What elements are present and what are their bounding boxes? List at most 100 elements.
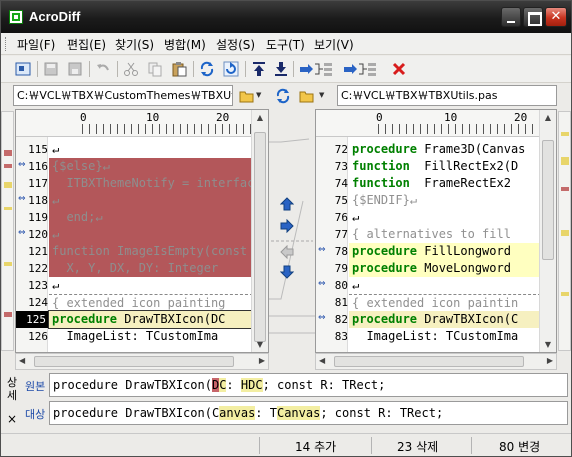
code-line[interactable]: { alternatives to fill [349, 226, 541, 243]
code-line[interactable]: { extended icon painting [49, 294, 253, 311]
detail-close-button[interactable]: × [7, 412, 17, 426]
code-line[interactable]: function ImageIsEmpty(const [49, 243, 253, 260]
source-line-field[interactable]: procedure DrawTBXIcon(DC: HDC; const R: … [49, 373, 568, 397]
reload-icon[interactable] [221, 59, 241, 79]
menu-tools[interactable]: 도구(T) [266, 36, 305, 53]
code-line[interactable]: ↵ [49, 277, 253, 294]
close-red-icon[interactable] [389, 59, 409, 79]
code-line[interactable]: procedure Frame3D(Canvas [349, 141, 541, 158]
line-number: 115 [28, 143, 48, 156]
right-code-pane[interactable]: 0 10 20 ⇔ ⇔ ⇔ 72 procedure Frame3D(Canvas… [315, 109, 557, 353]
code-line[interactable]: ↵ [49, 226, 253, 243]
code-line[interactable]: ImageList: TCustomIma [49, 328, 253, 345]
last-diff-icon[interactable] [271, 59, 291, 79]
undo-icon[interactable] [93, 59, 113, 79]
minimize-button[interactable] [501, 7, 521, 27]
scroll-thumb[interactable] [334, 356, 524, 367]
right-horizontal-scrollbar[interactable]: ◀ ▶ [315, 353, 557, 370]
code-text: function ImageIsEmpty(const [52, 244, 248, 258]
left-vertical-scrollbar[interactable]: ▲ ▼ [251, 110, 268, 352]
code-line[interactable]: procedure DrawTBXIcon(C [349, 311, 541, 328]
scroll-down-icon[interactable]: ▼ [543, 340, 553, 349]
scroll-left-icon[interactable]: ◀ [319, 356, 325, 365]
menu-find[interactable]: 찾기(S) [115, 36, 154, 53]
code-line[interactable]: procedure MoveLongword [349, 260, 541, 277]
scroll-thumb[interactable] [34, 356, 234, 367]
right-overview-strip[interactable] [558, 111, 571, 351]
toolbar-separator [245, 61, 246, 77]
target-line-field[interactable]: procedure DrawTBXIcon(Canvas: TCanvas; c… [49, 401, 568, 425]
code-line[interactable]: procedure FillLongword [349, 243, 541, 260]
swap-compare-icon[interactable] [273, 86, 293, 106]
code-line[interactable]: function FrameRectEx2 [349, 175, 541, 192]
status-changed: 80 변경 [499, 440, 541, 454]
right-folder-dropdown-icon[interactable]: ▼ [319, 91, 324, 99]
scroll-left-icon[interactable]: ◀ [19, 356, 25, 365]
menu-edit[interactable]: 편집(E) [67, 36, 106, 53]
copy-left-icon[interactable] [280, 244, 294, 260]
code-line[interactable]: ↵ [349, 277, 541, 294]
scroll-thumb[interactable] [542, 140, 554, 260]
status-added: 14 추가 [295, 440, 337, 454]
open-icon[interactable] [13, 59, 33, 79]
code-line[interactable]: {$ENDIF}↵ [349, 192, 541, 209]
scroll-up-icon[interactable]: ▲ [543, 113, 553, 122]
copy-icon[interactable] [145, 59, 165, 79]
scroll-right-icon[interactable]: ▶ [259, 356, 265, 365]
code-line[interactable]: ↵ [349, 209, 541, 226]
toolbar-separator [193, 61, 194, 77]
code-line[interactable]: end;↵ [49, 209, 253, 226]
code-line[interactable]: { extended icon paintin [349, 294, 541, 311]
right-path-field[interactable]: C:￦VCL￦TBX￦TBXUtils.pas [337, 85, 557, 106]
refresh-compare-icon[interactable] [197, 59, 217, 79]
copy-right-icon[interactable] [280, 218, 294, 234]
right-vertical-scrollbar[interactable]: ▲ ▼ [539, 110, 556, 352]
code-line[interactable]: ↵ [49, 141, 253, 158]
left-code-pane[interactable]: 0 10 20 ⇔ ⇔ ⇔ ⇔ 115↵116{$else}↵117 ITBXT… [15, 109, 269, 353]
code-text: {$ENDIF}↵ [352, 193, 418, 207]
left-path-field[interactable]: C:￦VCL￦TBX￦CustomThemes￦TBXUtils [13, 85, 233, 106]
save-all-icon[interactable] [65, 59, 85, 79]
first-diff-icon[interactable] [249, 59, 269, 79]
scroll-down-icon[interactable]: ▼ [255, 340, 265, 349]
code-line[interactable]: ImageList: TCustomIma [349, 328, 541, 345]
copy-to-right-icon[interactable] [297, 59, 337, 79]
scroll-thumb[interactable] [254, 132, 266, 342]
code-line[interactable]: X, Y, DX, DY: Integer [49, 260, 253, 277]
left-open-folder-icon[interactable] [237, 86, 257, 106]
code-line[interactable]: ITBXThemeNotify = interface [49, 175, 262, 192]
menu-grip[interactable] [5, 37, 8, 51]
code-text: ↵ [52, 193, 60, 207]
code-text: procedure DrawTBXIcon(DC [52, 312, 226, 326]
code-text: procedure FillLongword [352, 244, 511, 258]
cut-icon[interactable] [121, 59, 141, 79]
target-label: 대상 [25, 408, 46, 421]
close-button[interactable]: ✕ [545, 7, 567, 27]
copy-to-left-icon[interactable] [341, 59, 381, 79]
save-icon[interactable] [41, 59, 61, 79]
code-text: ↵ [352, 210, 360, 224]
menu-file[interactable]: 파일(F) [17, 36, 55, 53]
left-overview-strip[interactable] [1, 111, 14, 351]
menu-merge[interactable]: 병합(M) [164, 36, 206, 53]
overview-mark [4, 150, 12, 156]
code-line[interactable]: procedure DrawTBXIcon(DC [48, 310, 254, 329]
overview-mark [4, 312, 12, 317]
code-text: function FillRectEx2(D [352, 159, 519, 173]
left-folder-dropdown-icon[interactable]: ▼ [256, 91, 261, 99]
right-open-folder-icon[interactable] [297, 86, 317, 106]
paste-icon[interactable] [169, 59, 189, 79]
menu-settings[interactable]: 설정(S) [216, 36, 255, 53]
code-line[interactable]: function FillRectEx2(D [349, 158, 541, 175]
menu-view[interactable]: 보기(V) [314, 36, 354, 53]
maximize-button[interactable] [523, 7, 543, 27]
line-number: 81 [334, 296, 348, 309]
code-line[interactable]: ↵ [49, 192, 253, 209]
left-horizontal-scrollbar[interactable]: ◀ ▶ [15, 353, 269, 370]
code-line[interactable]: {$else}↵ [49, 158, 253, 175]
prev-diff-icon[interactable] [279, 197, 295, 211]
line-number: 119 [28, 211, 48, 224]
scroll-right-icon[interactable]: ▶ [547, 356, 553, 365]
scroll-up-icon[interactable]: ▲ [255, 113, 265, 122]
next-diff-icon[interactable] [279, 265, 295, 279]
